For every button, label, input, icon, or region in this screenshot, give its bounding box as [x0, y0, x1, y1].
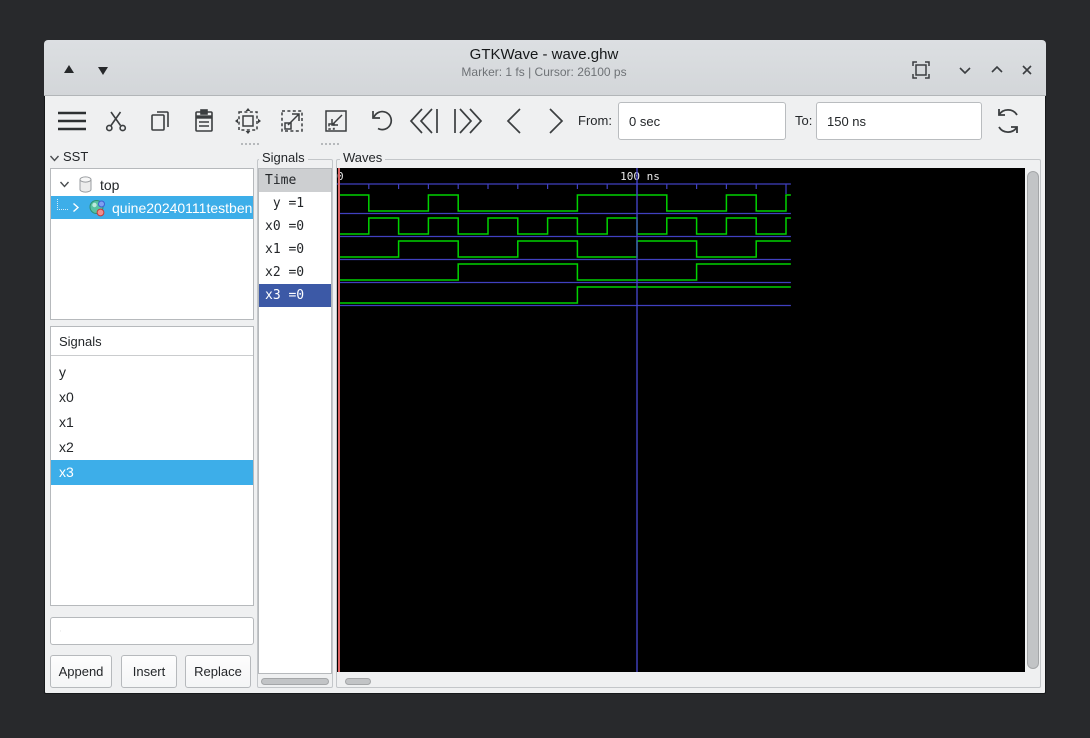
- value-row-x2[interactable]: x2 =0: [259, 261, 331, 284]
- maximize-button[interactable]: [984, 58, 1010, 82]
- title-area: GTKWave - wave.ghw Marker: 1 fs | Cursor…: [244, 46, 844, 79]
- list-item-y[interactable]: y: [51, 360, 253, 385]
- signal-list-panel: Signals y x0 x1 x2 x3: [50, 326, 254, 606]
- zoom-fit-icon: [235, 108, 261, 134]
- page-right-button[interactable]: [538, 103, 574, 139]
- minimize-button[interactable]: [952, 58, 978, 82]
- list-item-x0[interactable]: x0: [51, 385, 253, 410]
- triangle-up-icon: [64, 65, 74, 73]
- skip-to-start-icon: [409, 108, 438, 134]
- window-title: GTKWave - wave.ghw: [469, 46, 619, 63]
- paste-clipboard-icon: [195, 109, 213, 132]
- to-label: To:: [795, 113, 813, 128]
- from-time-input[interactable]: [618, 102, 786, 140]
- waveform-plot: 0 100 ns: [337, 168, 791, 672]
- values-panel: Time y =1 x0 =0 x1 =0 x2 =0 x3 =0: [258, 168, 332, 674]
- hamburger-menu-icon: [58, 111, 86, 131]
- zoom-in-icon: [281, 110, 303, 132]
- zoom-out-button[interactable]: [318, 103, 354, 139]
- pane-splitter-handle[interactable]: [241, 143, 259, 147]
- chevron-right-icon[interactable]: [70, 202, 81, 213]
- hierarchy-icon: [89, 199, 105, 216]
- marker-cursor-status: Marker: 1 fs | Cursor: 26100 ps: [461, 65, 627, 79]
- values-panel-header: Signals: [259, 150, 308, 165]
- value-row-x3[interactable]: x3 =0: [259, 284, 331, 307]
- time-column-header[interactable]: Time: [259, 169, 331, 192]
- waves-hscrollbar-thumb[interactable]: [345, 678, 371, 685]
- chevron-left-icon: [506, 108, 521, 134]
- append-button[interactable]: Append: [50, 655, 112, 688]
- fullscreen-button[interactable]: [908, 58, 934, 82]
- values-hscrollbar-thumb[interactable]: [261, 678, 329, 685]
- cut-button[interactable]: [98, 103, 134, 139]
- chevron-down-icon[interactable]: [59, 179, 70, 190]
- close-button[interactable]: [1014, 58, 1040, 82]
- paste-button[interactable]: [186, 103, 222, 139]
- tree-guide-line: [57, 199, 68, 210]
- signal-search-box: [50, 617, 254, 645]
- list-item-x3[interactable]: x3: [51, 460, 253, 485]
- waves-vscrollbar-thumb[interactable]: [1027, 171, 1039, 669]
- zoom-out-icon: [325, 110, 347, 132]
- pane-splitter-handle[interactable]: [321, 143, 339, 147]
- chevron-right-icon: [549, 108, 564, 134]
- zoom-in-button[interactable]: [274, 103, 310, 139]
- triangle-down-icon: [98, 67, 108, 75]
- chevron-down-icon: [959, 67, 971, 75]
- to-time-input[interactable]: [816, 102, 982, 140]
- wave-canvas[interactable]: 0 100 ns: [337, 168, 1025, 672]
- value-row-x1[interactable]: x1 =0: [259, 238, 331, 261]
- scissors-cut-icon: [105, 111, 127, 132]
- chevron-up-icon: [991, 65, 1003, 73]
- copy-icon: [151, 111, 169, 131]
- shade-up-button[interactable]: [56, 57, 82, 81]
- value-row-y[interactable]: y =1: [259, 192, 331, 215]
- tree-item-testbench[interactable]: quine20240111testbench: [51, 196, 253, 219]
- from-label: From:: [578, 113, 612, 128]
- reload-icon: [998, 109, 1018, 133]
- replace-button[interactable]: Replace: [185, 655, 251, 688]
- reload-button[interactable]: [990, 103, 1026, 139]
- copy-button[interactable]: [142, 103, 178, 139]
- shift-to-start-button[interactable]: [406, 103, 442, 139]
- close-icon: [1022, 65, 1032, 75]
- sst-expander-icon[interactable]: [49, 153, 60, 164]
- page-left-button[interactable]: [496, 103, 532, 139]
- insert-button[interactable]: Insert: [121, 655, 177, 688]
- undo-button[interactable]: [362, 103, 398, 139]
- sst-tree: top quine20240111testbench: [50, 168, 254, 320]
- menu-button[interactable]: [54, 103, 90, 139]
- shift-to-end-button[interactable]: [450, 103, 486, 139]
- svg-text:0: 0: [337, 170, 344, 183]
- desktop: GTKWave - wave.ghw Marker: 1 fs | Cursor…: [0, 0, 1090, 738]
- module-cylinder-icon: [79, 176, 92, 193]
- fullscreen-icon: [912, 61, 930, 79]
- skip-to-end-icon: [454, 108, 483, 134]
- list-item-x1[interactable]: x1: [51, 410, 253, 435]
- search-input[interactable]: [67, 622, 247, 640]
- sst-header: SST: [63, 149, 89, 164]
- svg-text:100 ns: 100 ns: [620, 170, 660, 183]
- shade-down-button[interactable]: [90, 59, 116, 83]
- signal-list-header: Signals: [51, 327, 253, 356]
- tree-item-label: top: [100, 176, 120, 193]
- value-row-x0[interactable]: x0 =0: [259, 215, 331, 238]
- undo-arrow-icon: [372, 110, 393, 131]
- list-item-x2[interactable]: x2: [51, 435, 253, 460]
- tree-item-label: quine20240111testbench: [112, 199, 253, 216]
- zoom-fit-button[interactable]: [230, 103, 266, 139]
- waves-panel-header: Waves: [340, 150, 386, 165]
- tree-item-top[interactable]: top: [51, 173, 253, 196]
- search-icon: [60, 630, 61, 632]
